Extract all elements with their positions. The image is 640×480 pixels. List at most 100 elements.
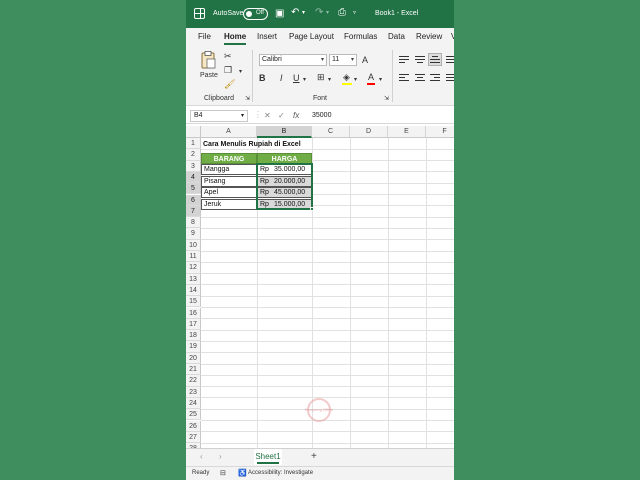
- cut-icon[interactable]: ✂: [224, 51, 232, 61]
- ribbon: Paste ✂ ❐ ▾ 🖌 Clipboard ⇲ Calibri ▾ 11 ▾ A…: [186, 46, 454, 106]
- font-color-dropdown-icon[interactable]: ▾: [379, 75, 382, 85]
- column-header-c[interactable]: C: [312, 126, 350, 138]
- italic-button[interactable]: I: [280, 73, 283, 83]
- row-header[interactable]: 18: [186, 330, 201, 342]
- tab-data[interactable]: Data: [388, 32, 405, 41]
- font-size-select[interactable]: 11 ▾: [329, 54, 357, 66]
- column-header-d[interactable]: D: [350, 126, 388, 138]
- accessibility-icon[interactable]: ♿: [238, 469, 247, 477]
- copy-dropdown-icon[interactable]: ▾: [239, 67, 242, 77]
- align-left-icon[interactable]: [399, 74, 409, 82]
- save-icon[interactable]: ▣: [275, 8, 284, 19]
- tab-review[interactable]: Review: [416, 32, 442, 41]
- row-header[interactable]: 25: [186, 409, 201, 421]
- row-header[interactable]: 3: [186, 160, 201, 172]
- select-all-corner[interactable]: [186, 126, 201, 138]
- borders-dropdown-icon[interactable]: ▾: [328, 75, 331, 85]
- gridline: [201, 442, 454, 444]
- borders-icon[interactable]: ⊞: [317, 72, 325, 82]
- underline-button[interactable]: U: [293, 73, 300, 83]
- row-header[interactable]: 13: [186, 273, 201, 285]
- fill-handle[interactable]: [310, 207, 314, 211]
- fill-color-dropdown-icon[interactable]: ▾: [354, 75, 357, 85]
- redo-icon[interactable]: ↷: [315, 7, 323, 18]
- bold-button[interactable]: B: [259, 73, 266, 83]
- row-header[interactable]: 14: [186, 284, 201, 297]
- row-header[interactable]: 15: [186, 296, 201, 308]
- insert-function-icon[interactable]: fx: [293, 111, 299, 120]
- row-header[interactable]: 12: [186, 262, 201, 274]
- row-header[interactable]: 10: [186, 239, 201, 251]
- row-header[interactable]: 6: [186, 194, 201, 206]
- item-name-cell[interactable]: Apel: [201, 187, 257, 198]
- row-header[interactable]: 22: [186, 375, 201, 387]
- indent-icon[interactable]: [446, 74, 454, 82]
- row-header[interactable]: 9: [186, 228, 201, 240]
- redo-dropdown-icon[interactable]: ▾: [326, 9, 329, 16]
- sheet-title-cell[interactable]: Cara Menulis Rupiah di Excel: [203, 139, 301, 150]
- row-header[interactable]: 23: [186, 386, 201, 398]
- row-header[interactable]: 24: [186, 397, 201, 410]
- row-header[interactable]: 11: [186, 251, 201, 263]
- cell-mode-icon[interactable]: ⊟: [220, 469, 226, 477]
- font-launcher-icon[interactable]: ⇲: [384, 94, 389, 104]
- undo-icon[interactable]: ↶: [291, 7, 299, 18]
- row-header[interactable]: 17: [186, 318, 201, 331]
- align-right-icon[interactable]: [430, 74, 440, 82]
- row-header[interactable]: 21: [186, 364, 201, 376]
- clipboard-launcher-icon[interactable]: ⇲: [245, 94, 250, 104]
- confirm-edit-icon[interactable]: ✓: [278, 111, 285, 120]
- name-box[interactable]: B4 ▾: [190, 110, 248, 122]
- increase-font-icon[interactable]: A: [362, 55, 368, 65]
- watermark-logo: Kampung Office: [305, 398, 333, 422]
- sheet-tab-sheet1[interactable]: Sheet1: [254, 449, 282, 465]
- align-top-icon[interactable]: [399, 56, 409, 64]
- font-name-select[interactable]: Calibri ▾: [259, 54, 327, 66]
- row-header[interactable]: 5: [186, 183, 201, 195]
- next-sheet-icon[interactable]: ›: [219, 452, 222, 461]
- column-header-e[interactable]: E: [388, 126, 426, 138]
- autosave-toggle[interactable]: Off: [243, 8, 268, 20]
- tab-insert[interactable]: Insert: [257, 32, 277, 41]
- format-painter-icon[interactable]: 🖌: [224, 79, 235, 89]
- formula-input[interactable]: 35000: [312, 112, 331, 119]
- item-name-cell[interactable]: Jeruk: [201, 198, 257, 210]
- customize-toolbar-icon[interactable]: ▿: [353, 9, 356, 16]
- tab-view[interactable]: V: [451, 32, 454, 41]
- row-header[interactable]: 27: [186, 431, 201, 444]
- worksheet-grid[interactable]: A B C D E F 1 2 3 4 5 6 7 8 9 10 11 12 13 14 15 16 17 18 1…: [186, 126, 454, 448]
- document-icon[interactable]: ⎙: [338, 7, 346, 18]
- item-name-cell[interactable]: Mangga: [201, 164, 257, 175]
- align-middle-icon[interactable]: [415, 56, 425, 64]
- add-sheet-button[interactable]: +: [311, 451, 317, 462]
- tab-page-layout[interactable]: Page Layout: [289, 32, 334, 41]
- row-header[interactable]: 16: [186, 307, 201, 319]
- column-header-a[interactable]: A: [201, 126, 257, 138]
- item-name-cell[interactable]: Pisang: [201, 175, 257, 187]
- wrap-text-icon[interactable]: [446, 56, 454, 64]
- tab-file[interactable]: File: [198, 32, 211, 41]
- tab-formulas[interactable]: Formulas: [344, 32, 377, 41]
- row-header[interactable]: 19: [186, 341, 201, 353]
- row-header[interactable]: 20: [186, 352, 201, 364]
- header-barang[interactable]: BARANG: [201, 153, 257, 164]
- row-header[interactable]: 7: [186, 205, 201, 218]
- prev-sheet-icon[interactable]: ‹: [200, 452, 203, 461]
- font-color-icon[interactable]: A: [368, 72, 374, 82]
- copy-icon[interactable]: ❐: [224, 65, 232, 75]
- row-header[interactable]: 4: [186, 171, 201, 184]
- cancel-edit-icon[interactable]: ✕: [264, 111, 271, 120]
- row-header[interactable]: 8: [186, 217, 201, 229]
- tab-home[interactable]: Home: [224, 32, 246, 41]
- accessibility-status[interactable]: Accessibility: Investigate: [248, 470, 313, 476]
- column-header-b[interactable]: B: [257, 126, 312, 138]
- row-header[interactable]: 2: [186, 149, 201, 161]
- formula-bar-grip-icon: ⋮: [254, 110, 262, 119]
- column-header-f[interactable]: F: [426, 126, 454, 138]
- fill-color-icon[interactable]: ◈: [343, 72, 350, 82]
- row-header[interactable]: 26: [186, 420, 201, 432]
- row-header[interactable]: 1: [186, 138, 201, 150]
- underline-dropdown-icon[interactable]: ▾: [303, 75, 306, 85]
- undo-dropdown-icon[interactable]: ▾: [302, 9, 305, 16]
- align-center-icon[interactable]: [415, 74, 425, 82]
